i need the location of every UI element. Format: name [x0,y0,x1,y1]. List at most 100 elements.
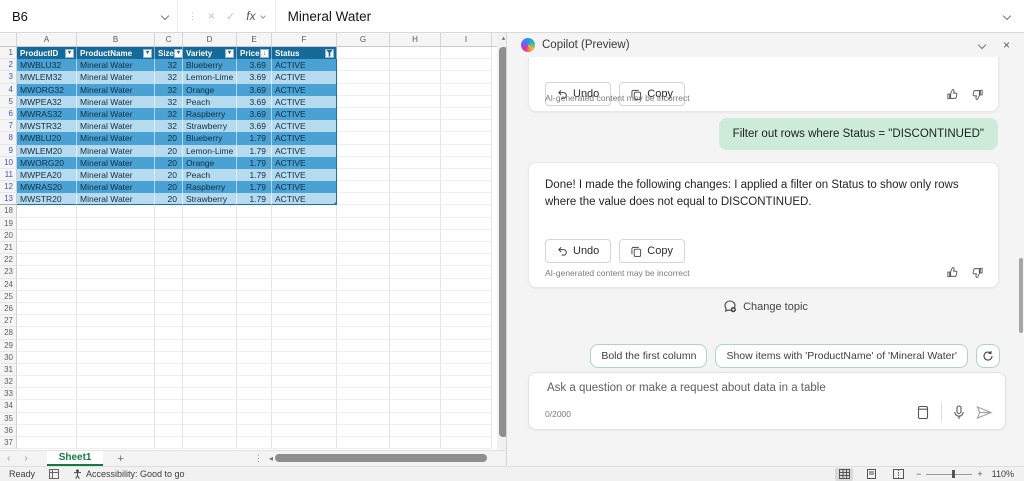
empty-cell[interactable] [390,291,441,303]
table-cell[interactable]: 3.69 [237,120,272,132]
empty-cell[interactable] [272,254,337,266]
empty-cell[interactable] [441,266,492,278]
table-header-cell[interactable]: Price↓ [237,47,272,59]
table-cell[interactable]: MWRAS32 [17,108,77,120]
empty-cell[interactable] [237,364,272,376]
empty-cell[interactable] [337,108,390,120]
empty-cell[interactable] [183,230,237,242]
empty-cell[interactable] [237,327,272,339]
empty-cell[interactable] [183,242,237,254]
empty-cell[interactable] [17,376,77,388]
empty-cell[interactable] [155,205,183,217]
row-header-36[interactable]: 36 [0,425,17,437]
empty-cell[interactable] [441,340,492,352]
formula-input[interactable]: Mineral Water [276,9,372,24]
empty-cell[interactable] [441,425,492,437]
row-header-5[interactable]: 5 [0,96,17,108]
table-cell[interactable]: Mineral Water [77,132,155,144]
empty-cell[interactable] [337,193,390,205]
empty-cell[interactable] [441,413,492,425]
notebook-icon[interactable] [916,405,930,420]
table-cell[interactable]: 32 [155,108,183,120]
empty-cell[interactable] [337,352,390,364]
empty-cell[interactable] [77,437,155,449]
empty-cell[interactable] [441,47,492,59]
empty-cell[interactable] [237,254,272,266]
prev-sheet-icon[interactable]: ‹ [0,453,17,464]
add-sheet-button[interactable]: + [103,453,137,465]
empty-cell[interactable] [390,388,441,400]
empty-cell[interactable] [77,266,155,278]
table-cell[interactable]: MWPEA20 [17,169,77,181]
empty-cell[interactable] [237,291,272,303]
table-cell[interactable]: Mineral Water [77,193,155,205]
table-cell[interactable]: Raspberry [183,108,237,120]
table-cell[interactable]: ACTIVE [272,145,337,157]
empty-cell[interactable] [441,59,492,71]
empty-cell[interactable] [272,218,337,230]
empty-cell[interactable] [441,218,492,230]
empty-cell[interactable] [390,437,441,449]
empty-cell[interactable] [337,437,390,449]
row-header-10[interactable]: 10 [0,157,17,169]
accessibility-status[interactable]: Accessibility: Good to go [73,469,185,479]
empty-cell[interactable] [337,218,390,230]
table-cell[interactable]: 1.79 [237,169,272,181]
empty-cell[interactable] [441,84,492,96]
empty-cell[interactable] [441,327,492,339]
row-header-22[interactable]: 22 [0,254,17,266]
empty-cell[interactable] [337,413,390,425]
row-header-11[interactable]: 11 [0,169,17,181]
empty-cell[interactable] [155,413,183,425]
empty-cell[interactable] [155,425,183,437]
next-sheet-icon[interactable]: › [17,453,34,464]
empty-cell[interactable] [337,279,390,291]
empty-cell[interactable] [77,425,155,437]
table-cell[interactable]: Mineral Water [77,145,155,157]
empty-cell[interactable] [272,388,337,400]
table-cell[interactable]: 32 [155,59,183,71]
table-cell[interactable]: Mineral Water [77,59,155,71]
empty-cell[interactable] [77,291,155,303]
empty-cell[interactable] [237,230,272,242]
row-header-13[interactable]: 13 [0,193,17,205]
empty-cell[interactable] [77,205,155,217]
table-cell[interactable]: ACTIVE [272,120,337,132]
row-header-4[interactable]: 4 [0,84,17,96]
empty-cell[interactable] [272,400,337,412]
row-header-33[interactable]: 33 [0,388,17,400]
empty-cell[interactable] [390,376,441,388]
empty-cell[interactable] [17,388,77,400]
empty-cell[interactable] [183,437,237,449]
column-header-i[interactable]: I [441,33,492,46]
row-header-19[interactable]: 19 [0,218,17,230]
empty-cell[interactable] [337,181,390,193]
empty-cell[interactable] [441,437,492,449]
table-cell[interactable]: MWSTR20 [17,193,77,205]
empty-cell[interactable] [183,266,237,278]
column-header-b[interactable]: B [77,33,155,46]
empty-cell[interactable] [272,364,337,376]
table-cell[interactable]: 32 [155,84,183,96]
empty-cell[interactable] [390,413,441,425]
table-cell[interactable]: 3.69 [237,108,272,120]
row-header-28[interactable]: 28 [0,327,17,339]
table-cell[interactable]: 20 [155,132,183,144]
thumbs-up-icon[interactable] [946,88,959,101]
empty-cell[interactable] [77,327,155,339]
close-panel-icon[interactable]: × [1003,39,1010,51]
row-header-27[interactable]: 27 [0,315,17,327]
empty-cell[interactable] [17,425,77,437]
empty-cell[interactable] [441,157,492,169]
empty-cell[interactable] [155,437,183,449]
enter-icon[interactable]: ✓ [226,10,235,23]
table-cell[interactable]: ACTIVE [272,132,337,144]
empty-cell[interactable] [17,230,77,242]
filter-icon[interactable]: ▾ [143,49,152,58]
empty-cell[interactable] [390,279,441,291]
empty-cell[interactable] [337,205,390,217]
row-header-37[interactable]: 37 [0,437,17,449]
table-cell[interactable]: 20 [155,193,183,205]
empty-cell[interactable] [390,340,441,352]
row-header-30[interactable]: 30 [0,352,17,364]
